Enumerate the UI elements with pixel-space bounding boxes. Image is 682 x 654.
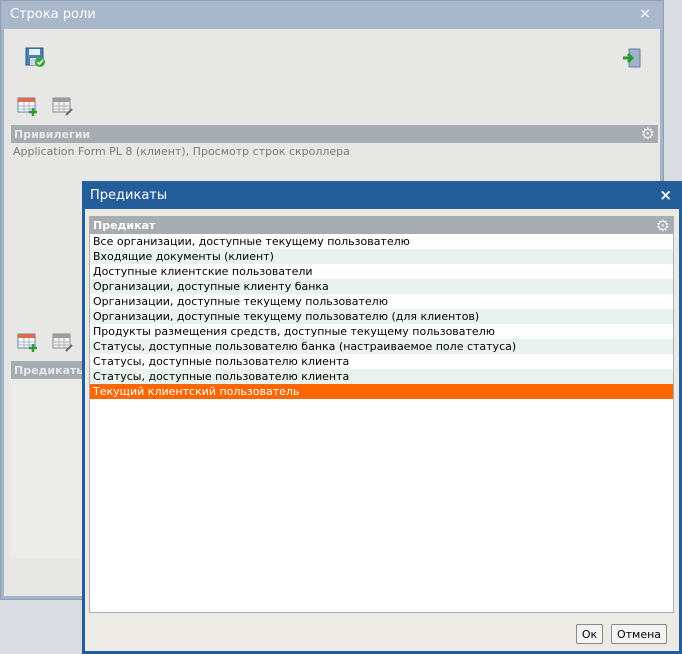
privileges-row-text: Application Form PL 8 (клиент), Просмотр… (13, 145, 350, 158)
window-title: Строка роли (10, 7, 96, 22)
ok-button[interactable]: Ок (576, 624, 603, 644)
predicates-dialog: Предикаты × Предикат ⚙ Все организации, … (82, 181, 682, 654)
predicates-grid (11, 379, 91, 559)
privileges-grid-header: Привилегии ⚙ (11, 125, 658, 143)
gear-icon[interactable]: ⚙ (656, 218, 670, 234)
list-item[interactable]: Статусы, доступные пользователю клиента (90, 369, 673, 384)
predicate-column-header[interactable]: Предикат ⚙ (90, 217, 673, 234)
gear-icon[interactable]: ⚙ (641, 126, 655, 142)
window-titlebar: Строка роли × (1, 1, 663, 29)
dialog-body: Предикат ⚙ Все организации, доступные те… (85, 209, 679, 651)
add-row-icon[interactable] (17, 95, 39, 117)
save-icon[interactable] (24, 46, 46, 68)
list-item[interactable]: Организации, доступные текущему пользова… (90, 309, 673, 324)
list-item-selected[interactable]: Текущий клиентский пользователь (90, 384, 673, 399)
exit-icon[interactable] (621, 47, 643, 69)
close-icon[interactable]: × (639, 6, 651, 22)
list-item[interactable]: Организации, доступные текущему пользова… (90, 294, 673, 309)
edit-row-icon[interactable] (52, 95, 74, 117)
privileges-row[interactable]: Application Form PL 8 (клиент), Просмотр… (11, 143, 658, 159)
predicate-column-label: Предикат (93, 219, 156, 232)
edit-predicate-icon[interactable] (52, 331, 74, 353)
dialog-close-icon[interactable]: × (659, 186, 672, 204)
list-item[interactable]: Доступные клиентские пользователи (90, 264, 673, 279)
list-item[interactable]: Входящие документы (клиент) (90, 249, 673, 264)
list-item[interactable]: Организации, доступные клиенту банка (90, 279, 673, 294)
dialog-title: Предикаты (90, 188, 168, 203)
add-predicate-icon[interactable] (17, 331, 39, 353)
cancel-button[interactable]: Отмена (611, 624, 667, 644)
list-item[interactable]: Статусы, доступные пользователю клиента (90, 354, 673, 369)
privileges-header-label: Привилегии (14, 128, 91, 141)
predicates-header-label: Предикаты (14, 364, 87, 377)
list-item[interactable]: Продукты размещения средств, доступные т… (90, 324, 673, 339)
list-item[interactable]: Все организации, доступные текущему поль… (90, 234, 673, 249)
list-item[interactable]: Статусы, доступные пользователю банка (н… (90, 339, 673, 354)
predicates-list: Предикат ⚙ Все организации, доступные те… (89, 216, 674, 613)
